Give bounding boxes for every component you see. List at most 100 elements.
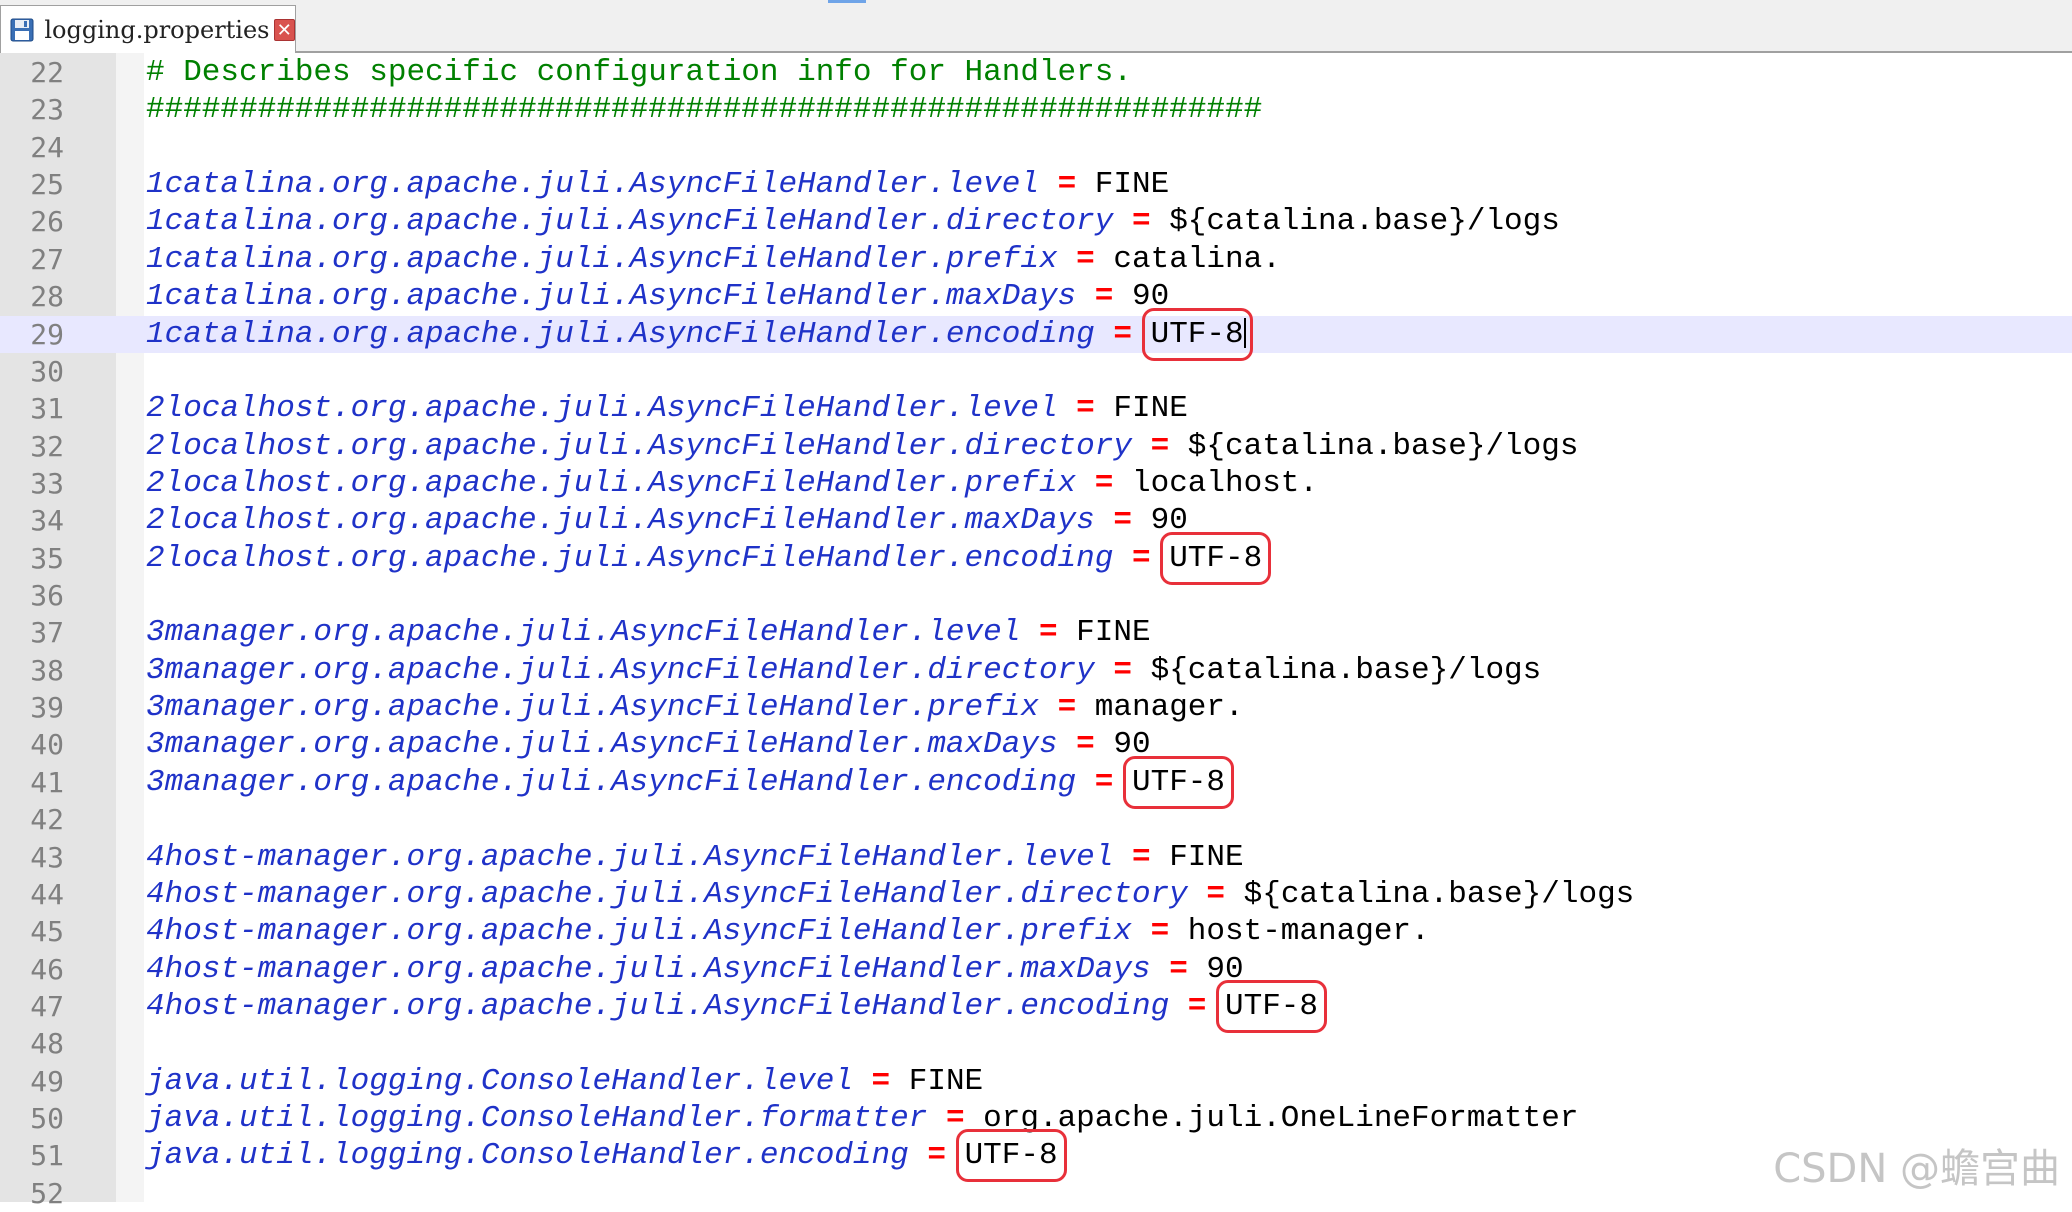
highlighted-encoding-value: UTF-8 [1169, 541, 1262, 576]
code-text: # Describes specific configuration info … [146, 54, 1132, 91]
assignment-operator: = [1188, 989, 1207, 1024]
code-line[interactable]: 22 # Describes specific configuration inf… [0, 54, 2072, 91]
line-number: 30 [0, 353, 64, 390]
line-number: 49 [0, 1063, 64, 1100]
code-line[interactable]: 413manager.org.apache.juli.AsyncFileHand… [0, 764, 2072, 801]
property-key: 1catalina.org.apache.juli.AsyncFileHandl… [146, 317, 1095, 352]
code-line[interactable]: 403manager.org.apache.juli.AsyncFileHand… [0, 726, 2072, 763]
code-text: 4host-manager.org.apache.juli.AsyncFileH… [146, 988, 1318, 1025]
code-text: 1catalina.org.apache.juli.AsyncFileHandl… [146, 203, 1560, 240]
code-line[interactable]: 261catalina.org.apache.juli.AsyncFileHan… [0, 203, 2072, 240]
property-key: 4host-manager.org.apache.juli.AsyncFileH… [146, 989, 1169, 1024]
property-value: FINE [1076, 615, 1150, 650]
code-line[interactable]: 271catalina.org.apache.juli.AsyncFileHan… [0, 241, 2072, 278]
assignment-operator: = [1076, 391, 1095, 426]
property-value: ${catalina.base}/logs [1151, 653, 1542, 688]
property-value: localhost. [1132, 466, 1318, 501]
code-text: 3manager.org.apache.juli.AsyncFileHandle… [146, 652, 1541, 689]
line-number: 42 [0, 801, 64, 838]
property-key: 2localhost.org.apache.juli.AsyncFileHand… [146, 391, 1058, 426]
line-number: 31 [0, 390, 64, 427]
code-line[interactable]: 48 [0, 1025, 2072, 1062]
comment-text: ########################################… [146, 92, 1262, 127]
close-icon[interactable]: ✕ [274, 19, 296, 41]
highlighted-encoding-value: UTF-8 [965, 1138, 1058, 1173]
tab-bar-accent [828, 0, 866, 3]
line-number: 22 [0, 54, 64, 91]
code-line[interactable]: 332localhost.org.apache.juli.AsyncFileHa… [0, 465, 2072, 502]
code-line[interactable]: 23######################################… [0, 91, 2072, 128]
assignment-operator: = [872, 1064, 891, 1099]
assignment-operator: = [1095, 765, 1114, 800]
code-line[interactable]: 281catalina.org.apache.juli.AsyncFileHan… [0, 278, 2072, 315]
code-text: java.util.logging.ConsoleHandler.encodin… [146, 1137, 1058, 1174]
property-key: 1catalina.org.apache.juli.AsyncFileHandl… [146, 204, 1113, 239]
property-key: 4host-manager.org.apache.juli.AsyncFileH… [146, 914, 1132, 949]
property-key: 4host-manager.org.apache.juli.AsyncFileH… [146, 952, 1151, 987]
assignment-operator: = [1076, 242, 1095, 277]
watermark: CSDN @蟾宫曲 [1773, 1136, 2060, 1194]
line-number: 29 [0, 316, 64, 353]
code-line[interactable]: 30 [0, 353, 2072, 390]
property-key: java.util.logging.ConsoleHandler.encodin… [146, 1138, 909, 1173]
assignment-operator: = [1132, 204, 1151, 239]
property-key: 3manager.org.apache.juli.AsyncFileHandle… [146, 690, 1039, 725]
code-text: 2localhost.org.apache.juli.AsyncFileHand… [146, 502, 1188, 539]
floppy-disk-icon [9, 17, 34, 43]
code-text: java.util.logging.ConsoleHandler.formatt… [146, 1100, 1578, 1137]
code-line[interactable]: 454host-manager.org.apache.juli.AsyncFil… [0, 913, 2072, 950]
code-text: 4host-manager.org.apache.juli.AsyncFileH… [146, 876, 1634, 913]
code-line[interactable]: 322localhost.org.apache.juli.AsyncFileHa… [0, 428, 2072, 465]
code-line[interactable]: 39 3manager.org.apache.juli.AsyncFileHand… [0, 689, 2072, 726]
code-line[interactable]: 50java.util.logging.ConsoleHandler.forma… [0, 1100, 2072, 1137]
code-text: 4host-manager.org.apache.juli.AsyncFileH… [146, 839, 1244, 876]
code-line[interactable]: 342localhost.org.apache.juli.AsyncFileHa… [0, 502, 2072, 539]
code-line[interactable]: 31 2localhost.org.apache.juli.AsyncFileHa… [0, 390, 2072, 427]
code-line[interactable]: 24 [0, 129, 2072, 166]
code-line[interactable]: 51java.util.logging.ConsoleHandler.encod… [0, 1137, 2072, 1174]
property-value: ${catalina.base}/logs [1244, 877, 1635, 912]
assignment-operator: = [1113, 503, 1132, 538]
property-value: catalina. [1113, 242, 1280, 277]
code-line[interactable]: 464host-manager.org.apache.juli.AsyncFil… [0, 951, 2072, 988]
code-text: 1catalina.org.apache.juli.AsyncFileHandl… [146, 241, 1281, 278]
line-number: 38 [0, 652, 64, 689]
highlighted-encoding-value: UTF-8 [1225, 989, 1318, 1024]
code-text: 1catalina.org.apache.juli.AsyncFileHandl… [146, 166, 1169, 203]
code-editor[interactable]: 22 # Describes specific configuration inf… [0, 53, 2072, 1202]
line-number: 24 [0, 129, 64, 166]
code-line[interactable]: 38 3manager.org.apache.juli.AsyncFileHand… [0, 652, 2072, 689]
line-number: 25 [0, 166, 64, 203]
code-text: 1catalina.org.apache.juli.AsyncFileHandl… [146, 278, 1169, 315]
assignment-operator: = [1132, 541, 1151, 576]
line-number: 52 [0, 1175, 64, 1212]
line-number: 36 [0, 577, 64, 614]
code-line[interactable]: 52 [0, 1175, 2072, 1212]
code-line[interactable]: 373manager.org.apache.juli.AsyncFileHand… [0, 614, 2072, 651]
code-line[interactable]: 49java.util.logging.ConsoleHandler.level… [0, 1063, 2072, 1100]
code-line[interactable]: 434host-manager.org.apache.juli.AsyncFil… [0, 839, 2072, 876]
tab-logging-properties[interactable]: logging.properties ✕ [0, 5, 296, 53]
line-number: 39 [0, 689, 64, 726]
code-line[interactable]: 42 [0, 801, 2072, 838]
code-line[interactable]: 474host-manager.org.apache.juli.AsyncFil… [0, 988, 2072, 1025]
code-line[interactable]: 36 [0, 577, 2072, 614]
code-text: 4host-manager.org.apache.juli.AsyncFileH… [146, 913, 1430, 950]
line-number: 32 [0, 428, 64, 465]
highlighted-encoding-value: UTF-8 [1132, 765, 1225, 800]
code-line[interactable]: 29 1catalina.org.apache.juli.AsyncFileHan… [0, 316, 2072, 353]
assignment-operator: = [1206, 877, 1225, 912]
property-value: FINE [909, 1064, 983, 1099]
code-line[interactable]: 352localhost.org.apache.juli.AsyncFileHa… [0, 540, 2072, 577]
property-value: 90 [1151, 503, 1188, 538]
assignment-operator: = [1058, 690, 1077, 725]
property-key: 3manager.org.apache.juli.AsyncFileHandle… [146, 765, 1076, 800]
property-value: ${catalina.base}/logs [1188, 429, 1579, 464]
code-line[interactable]: 444host-manager.org.apache.juli.AsyncFil… [0, 876, 2072, 913]
code-line[interactable]: 25 1catalina.org.apache.juli.AsyncFileHan… [0, 166, 2072, 203]
property-value: org.apache.juli.OneLineFormatter [983, 1101, 1578, 1136]
property-value: 90 [1132, 279, 1169, 314]
assignment-operator: = [1113, 317, 1132, 352]
code-text: 3manager.org.apache.juli.AsyncFileHandle… [146, 726, 1151, 763]
highlighted-encoding-value: UTF-8 [1151, 317, 1244, 352]
